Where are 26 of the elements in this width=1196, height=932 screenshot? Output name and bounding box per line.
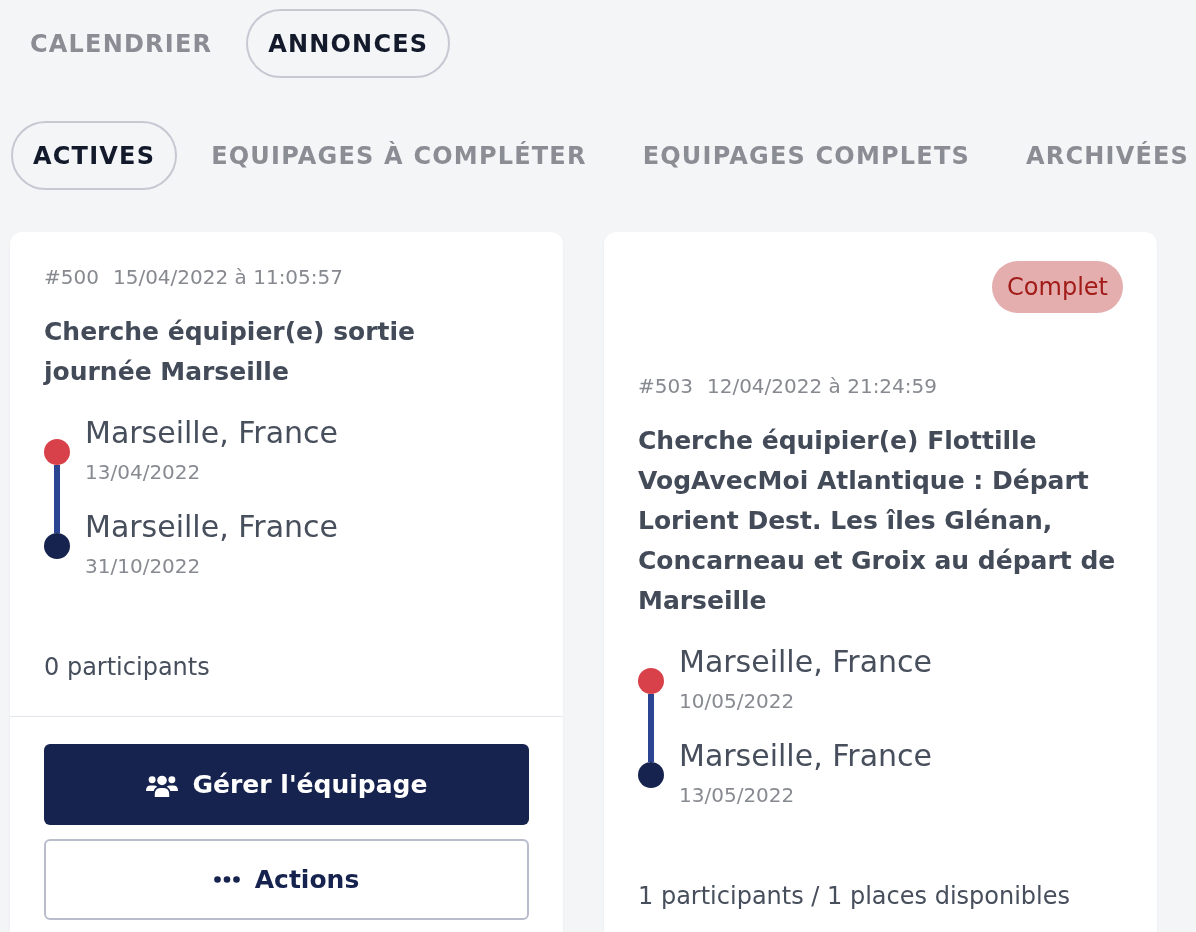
route-place: Marseille, France — [85, 509, 338, 545]
arrival-dot-icon — [638, 762, 664, 788]
posted-date: 12/04/2022 à 21:24:59 — [706, 373, 937, 399]
participants-count: 0 participants — [44, 652, 211, 682]
route-place: Marseille, France — [679, 644, 932, 680]
actions-button[interactable]: Actions — [44, 839, 529, 920]
arrival-dot-icon — [44, 533, 70, 559]
filter-tab[interactable]: ACTIVES — [11, 121, 178, 190]
route-date: 13/05/2022 — [679, 782, 796, 808]
manage-crew-button[interactable]: Gérer l'équipage — [44, 744, 529, 825]
departure-dot-icon — [44, 439, 70, 465]
listing-title: Cherche équipier(e) sortie journée Marseille — [44, 316, 417, 388]
listing-number: #503 — [638, 373, 693, 399]
route-date: 10/05/2022 — [679, 688, 796, 714]
route-date: 13/04/2022 — [85, 459, 202, 485]
ellipsis-icon — [213, 876, 240, 883]
posted-date: 15/04/2022 à 11:05:57 — [112, 264, 343, 290]
nav-tab[interactable]: ANNONCES — [246, 9, 451, 78]
departure-dot-icon — [638, 668, 664, 694]
route-place: Marseille, France — [679, 738, 932, 774]
status-badge: Complet — [992, 261, 1123, 313]
listing-number: #500 — [44, 264, 99, 290]
route-place: Marseille, France — [85, 415, 338, 451]
participants-count: 1 participants / 1 places disponibles — [638, 881, 1072, 911]
listing-title: Cherche équipier(e) Flottille VogAvecMoi Atlantique : Départ Lorient Dest. Les îles Glénan, Concarneau et Groix au départ de Marseille — [638, 425, 1117, 617]
route-date: 31/10/2022 — [85, 553, 202, 579]
